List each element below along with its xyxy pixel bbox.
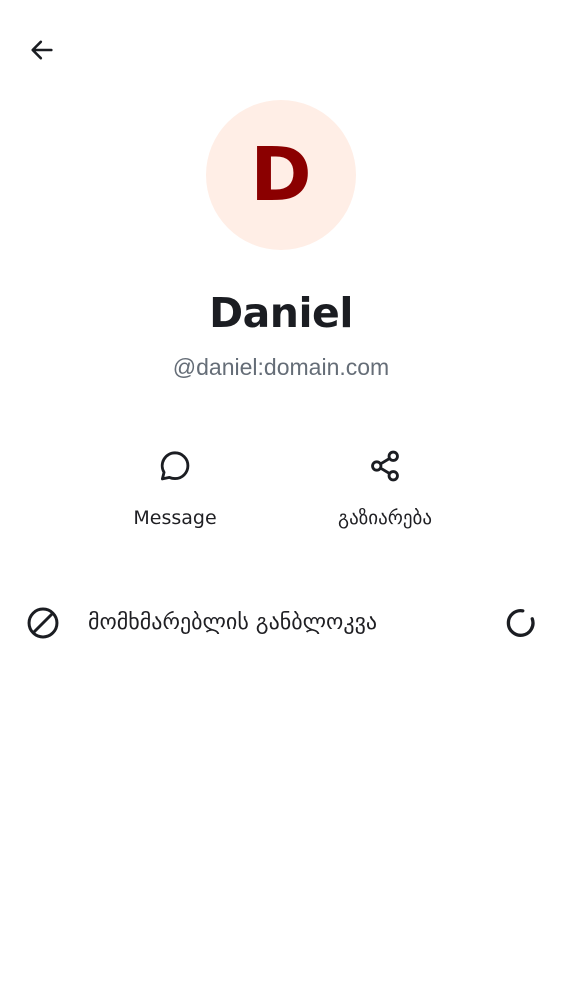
avatar-initial: D (250, 132, 312, 218)
user-id: @daniel:domain.com (172, 354, 390, 380)
back-button[interactable] (18, 26, 66, 74)
message-button[interactable]: Message (95, 440, 255, 550)
share-icon (359, 440, 411, 492)
block-icon (24, 604, 62, 642)
share-label: გაზიარება (338, 507, 432, 529)
share-button[interactable]: გაზიარება (305, 440, 465, 550)
display-name: Daniel (209, 289, 353, 337)
unblock-user-button[interactable]: მომხმარებლის განბლოკვა (0, 590, 562, 656)
avatar: D (206, 100, 356, 250)
user-profile-screen: D Daniel @daniel:domain.com Message გაზი… (0, 0, 562, 1000)
arrow-left-icon (31, 40, 53, 60)
unblock-user-label: მომხმარებლის განბლოკვა (88, 610, 378, 635)
message-label: Message (133, 507, 217, 529)
message-bubble-icon (149, 440, 201, 492)
loading-spinner-icon (502, 604, 540, 642)
